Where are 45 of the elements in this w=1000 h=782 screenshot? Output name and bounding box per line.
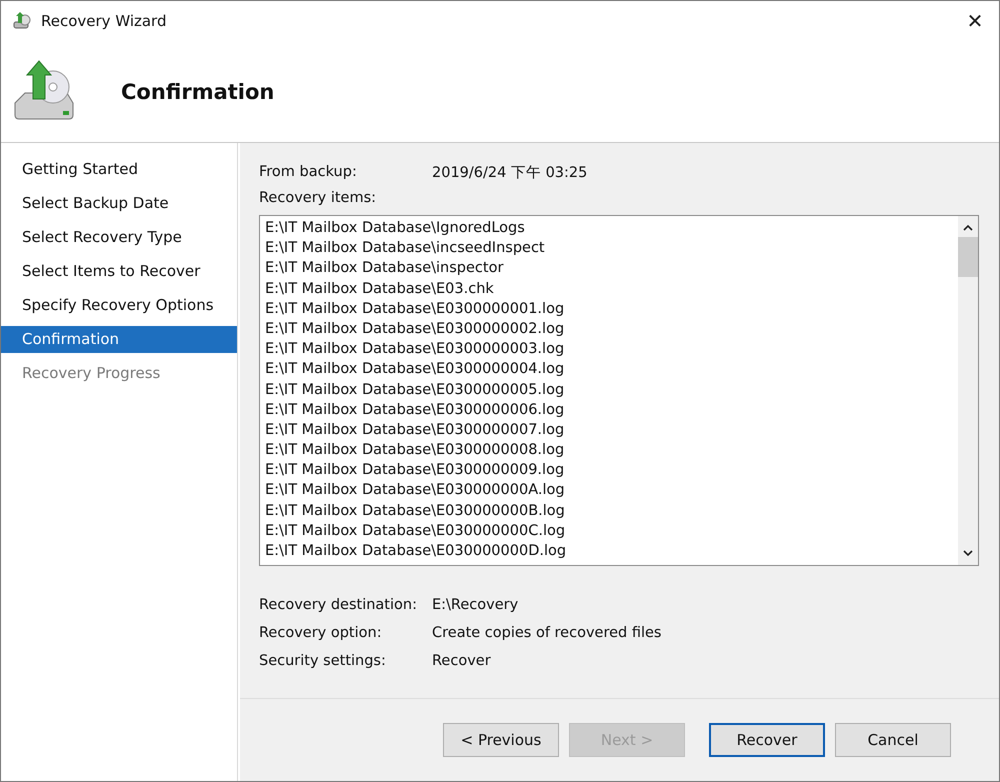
scroll-down-icon[interactable]: [963, 550, 973, 557]
field-label: Recovery items:: [259, 190, 378, 206]
file-path: E:\IT Mailbox Database\E0300000001.log: [265, 300, 566, 319]
file-path: E:\IT Mailbox Database\E030000000D.log: [265, 542, 568, 561]
wizard-step: Confirmation: [1, 326, 237, 353]
wizard-step: Specify Recovery Options: [1, 292, 237, 319]
scrollbar[interactable]: [958, 216, 978, 565]
file-path: E:\IT Mailbox Database\E0300000002.log: [265, 320, 566, 339]
wizard-step: Recovery Progress: [1, 360, 237, 387]
file-path: E:\IT Mailbox Database\E0300000008.log: [265, 441, 566, 460]
file-path: E:\IT Mailbox Database\E0300000007.log: [265, 420, 566, 440]
file-path: E:\IT Mailbox Database\E0300000009.log: [265, 461, 566, 480]
field-label: Security settings:: [259, 653, 387, 669]
file-path: E:\IT Mailbox Database\E030000000A.log: [265, 481, 566, 500]
recovery-items-list[interactable]: [259, 215, 979, 566]
wizard-button[interactable]: Cancel: [835, 723, 951, 757]
field-label: Recovery destination:: [259, 597, 418, 613]
field-label: Recovery option:: [259, 625, 383, 641]
file-path: E:\IT Mailbox Database\E0300000003.log: [265, 340, 566, 360]
field-value: 2019/6/24 下午 03:25: [432, 164, 588, 182]
file-path: E:\IT Mailbox Database\E030000000C.log: [265, 522, 566, 541]
page-heading: Confirmation: [121, 80, 274, 104]
file-path: E:\IT Mailbox Database\E03.chk: [265, 280, 495, 299]
backup-drive-icon: [13, 11, 33, 31]
file-path: E:\IT Mailbox Database\E0300000006.log: [265, 400, 566, 420]
field-value: Recover: [432, 653, 491, 669]
field-value: E:\Recovery: [432, 597, 518, 613]
file-path: E:\IT Mailbox Database\E030000000B.log: [265, 502, 566, 521]
wizard-step: Getting Started: [1, 156, 237, 183]
window-title: Recovery Wizard: [41, 12, 168, 30]
close-button[interactable]: ✕: [951, 1, 999, 41]
wizard-button[interactable]: Recover: [709, 723, 825, 757]
file-path: E:\IT Mailbox Database\IgnoredLogs: [265, 219, 526, 238]
field-value: Create copies of recovered files: [432, 625, 662, 641]
file-path: E:\IT Mailbox Database\E0300000005.log: [265, 380, 566, 400]
wizard-step: Select Items to Recover: [1, 258, 237, 285]
file-path: E:\IT Mailbox Database\incseedInspect: [265, 239, 546, 258]
wizard-step: Select Backup Date: [1, 190, 237, 217]
wizard-step: Select Recovery Type: [1, 224, 237, 251]
scroll-up-icon[interactable]: [963, 224, 973, 231]
field-label: From backup:: [259, 164, 358, 180]
file-path: E:\IT Mailbox Database\E0300000004.log: [265, 360, 566, 380]
file-path: E:\IT Mailbox Database\inspector: [265, 259, 504, 278]
wizard-button[interactable]: < Previous: [443, 723, 559, 757]
scrollbar-thumb[interactable]: [958, 237, 978, 277]
